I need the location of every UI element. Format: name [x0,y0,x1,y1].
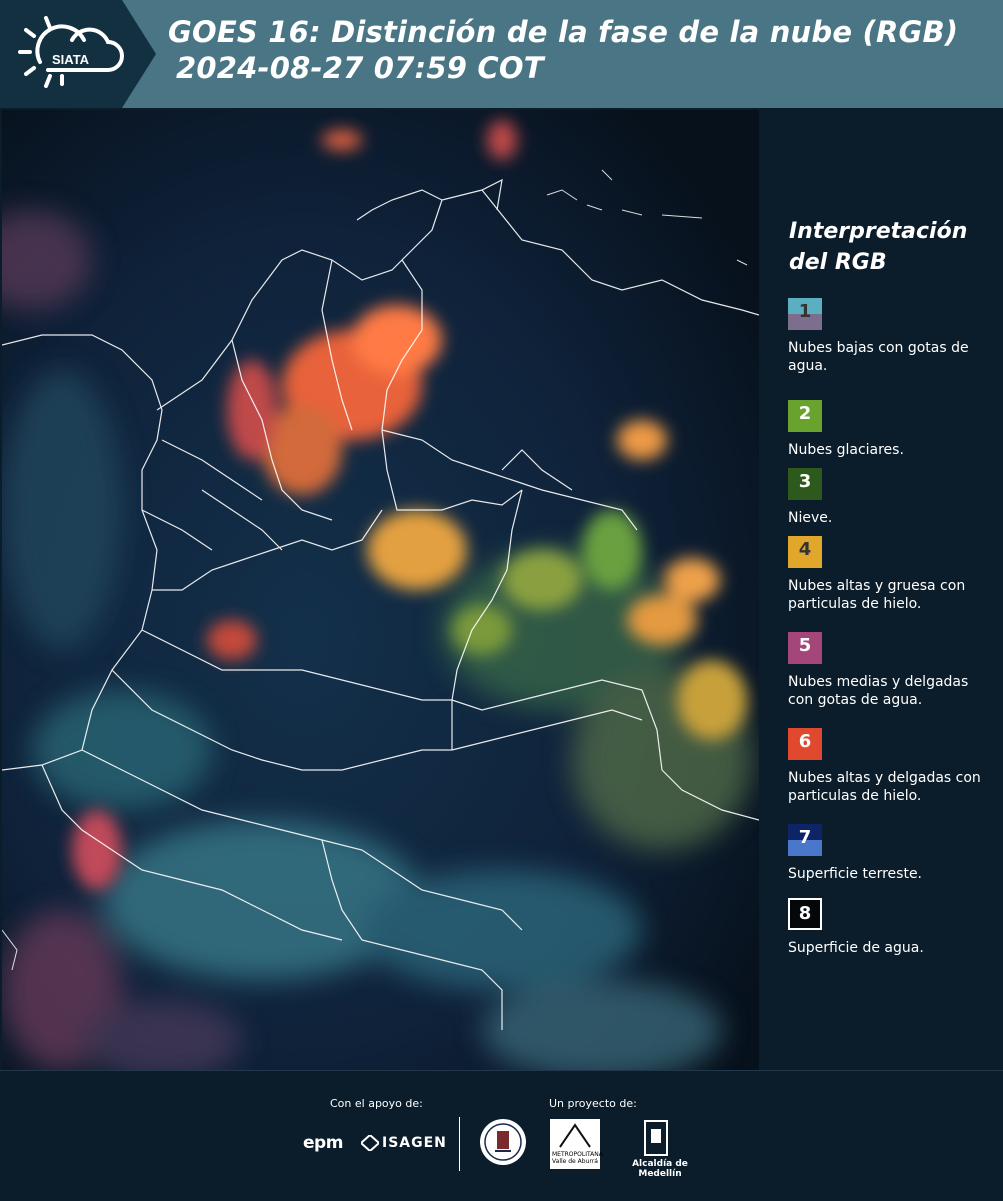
legend-item-1: 1 Nubes bajas con gotas de agua. [788,298,988,375]
legend-title-line-1: Interpretación [789,219,968,244]
isagen-logo[interactable]: ISAGEN [382,1135,447,1151]
legend-label: Nubes altas y delgadas con particulas de… [788,770,981,804]
area-line-2: Valle de Aburrá [552,1158,598,1165]
legend-label: Nubes glaciares. [788,442,904,458]
legend-swatch: 3 [788,468,822,500]
legend-title: Interpretación del RGB [789,216,967,278]
project-label: Un proyecto de: [549,1097,637,1110]
legend-swatch: 2 [788,400,822,432]
legend-swatch: 7 [788,824,822,856]
seal-icon[interactable] [478,1117,528,1167]
legend-swatch: 8 [788,898,822,930]
legend-item-7: 7 Superficie terreste. [788,824,988,883]
legend-label: Nubes altas y gruesa con particulas de h… [788,578,966,612]
legend-label: Superficie terreste. [788,866,923,882]
footer-divider [459,1117,460,1171]
siata-logo-icon: SIATA [0,0,156,108]
legend-number: 2 [798,403,812,424]
legend-label: Superficie de agua. [788,940,924,956]
legend-label: Nubes medias y delgadas con gotas de agu… [788,674,969,708]
legend-title-line-2: del RGB [789,250,887,275]
legend-item-4: 4 Nubes altas y gruesa con particulas de … [788,536,988,613]
legend-number: 8 [798,903,812,924]
title-line-1: GOES 16: Distinción de la fase de la nub… [168,15,959,49]
legend-number: 6 [798,731,812,752]
support-label: Con el apoyo de: [330,1097,423,1110]
siata-logo[interactable]: SIATA [0,0,158,108]
footer: Con el apoyo de: Un proyecto de: epm ISA… [0,1070,1003,1201]
legend-swatch: 4 [788,536,822,568]
legend-number: 4 [798,539,812,560]
page-title: GOES 16: Distinción de la fase de la nub… [168,14,958,86]
legend-panel: Interpretación del RGB 1 Nubes bajas con … [759,110,1003,1070]
header-bar: SIATA GOES 16: Distinción de la fase de … [0,0,1003,108]
title-line-2: 2024-08-27 07:59 COT [176,51,544,85]
alcaldia-shield-icon[interactable] [643,1119,669,1157]
legend-number: 1 [798,301,812,322]
siata-logo-text: SIATA [52,52,90,67]
legend-label: Nubes bajas con gotas de agua. [788,340,969,374]
legend-swatch: 5 [788,632,822,664]
legend-item-3: 3 Nieve. [788,468,988,527]
legend-item-6: 6 Nubes altas y delgadas con particulas d… [788,728,988,805]
epm-logo[interactable]: epm [303,1133,343,1153]
legend-item-5: 5 Nubes medias y delgadas con gotas de ag… [788,632,988,709]
legend-swatch: 6 [788,728,822,760]
legend-label: Nieve. [788,510,833,526]
legend-number: 5 [798,635,812,656]
area-metropolitana-text: METROPOLITANA Valle de Aburrá [552,1151,603,1165]
legend-number: 7 [798,827,812,848]
alcaldia-text: Alcaldía de Medellín [632,1159,688,1179]
satellite-rgb-map-icon [2,110,759,1070]
isagen-mark-icon [361,1135,379,1151]
legend-item-2: 2 Nubes glaciares. [788,400,988,459]
legend-item-8: 8 Superficie de agua. [788,898,988,957]
satellite-map[interactable] [2,110,759,1070]
legend-swatch: 1 [788,298,822,330]
area-line-1: METROPOLITANA [552,1151,603,1158]
legend-number: 3 [798,471,812,492]
